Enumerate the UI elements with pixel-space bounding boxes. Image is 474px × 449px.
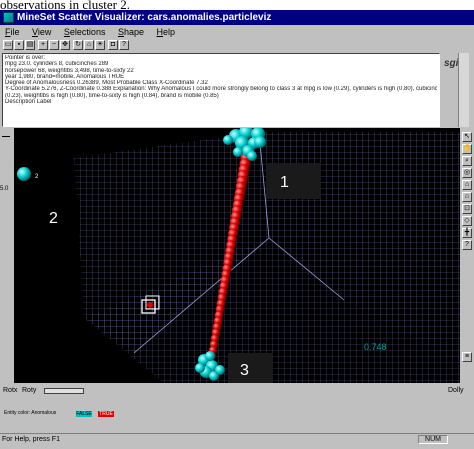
axis-tick-right: 0.748 xyxy=(364,342,387,352)
app-icon xyxy=(3,12,14,23)
info-line: Y-Coordinate 5.276, Z-Coordinate 0.388 E… xyxy=(5,86,437,93)
right-toolbar: ↖ ✋ ⌕ ◎ ⌂ ⌂ ⊡ ◇ ╋ ? ≡ xyxy=(460,128,474,383)
num-lock-indicator: NUM xyxy=(418,435,448,444)
cluster-point[interactable] xyxy=(247,151,257,161)
legend-sphere xyxy=(17,167,31,181)
set-home-icon[interactable]: ⌂ xyxy=(462,192,472,202)
zoom-out-icon[interactable]: − xyxy=(49,40,59,50)
cluster-point[interactable] xyxy=(215,365,225,375)
cluster-point[interactable] xyxy=(223,135,233,145)
rotation-thumbwheel[interactable] xyxy=(44,388,84,394)
status-text: For Help, press F1 xyxy=(2,436,60,443)
scatter-3d-viewport[interactable]: 1 2 3 2 0.748 xyxy=(14,128,460,383)
help-icon[interactable]: ? xyxy=(119,40,129,50)
menu-bar: File View Selections Shape Help xyxy=(0,25,474,39)
cluster-point[interactable] xyxy=(195,363,205,373)
rotx-label: Rotx xyxy=(3,387,18,394)
legend-false: FALSE xyxy=(76,411,92,417)
rotate-icon[interactable]: ↻ xyxy=(73,40,83,50)
cluster-3-box xyxy=(228,353,273,383)
light-icon[interactable]: ☀ xyxy=(95,40,105,50)
dolly-label: Dolly xyxy=(448,387,464,394)
home-view-icon[interactable]: ⌂ xyxy=(462,180,472,190)
axes-icon[interactable]: ╋ xyxy=(462,228,472,238)
save-icon[interactable]: ▪ xyxy=(14,40,24,50)
axis-value: 5.0 xyxy=(0,186,9,192)
zoom-in-icon[interactable]: + xyxy=(38,40,48,50)
seek-icon[interactable]: ◎ xyxy=(462,168,472,178)
menu-file[interactable]: File xyxy=(0,25,25,39)
info-panel: Pointer is over: mpg 23.0, cylinders 8, … xyxy=(2,53,440,127)
cluster-2-label: 2 xyxy=(49,210,58,227)
info-line: Description Label xyxy=(5,99,52,106)
toolbar: ▭ ▪ ▤ + − ✥ ↻ ⌂ ☀ ◘ ? xyxy=(0,39,474,52)
menu-view[interactable]: View xyxy=(27,25,56,39)
perspective-icon[interactable]: ◇ xyxy=(462,216,472,226)
legend-sphere-label: 2 xyxy=(35,174,39,180)
menu-shape[interactable]: Shape xyxy=(113,25,149,39)
help-view-icon[interactable]: ? xyxy=(462,240,472,250)
cluster-3-label: 3 xyxy=(240,362,249,379)
sgi-logo: sgi xyxy=(444,58,459,69)
home-icon[interactable]: ⌂ xyxy=(84,40,94,50)
zoom-icon[interactable]: ⌕ xyxy=(462,156,472,166)
window-title: MineSet Scatter Visualizer: cars.anomali… xyxy=(17,12,272,23)
axis-marker-icon xyxy=(2,136,10,145)
cluster-point[interactable] xyxy=(254,136,266,148)
title-bar: MineSet Scatter Visualizer: cars.anomali… xyxy=(0,10,474,25)
menu-selections[interactable]: Selections xyxy=(59,25,111,39)
roty-label: Roty xyxy=(22,387,37,394)
pan-icon[interactable]: ✥ xyxy=(60,40,70,50)
entity-color-label: Entity color: Anomalous xyxy=(4,410,57,416)
info-scrollbar[interactable] xyxy=(458,53,469,127)
camera-icon[interactable]: ◘ xyxy=(108,40,118,50)
bottom-panel: Rotx Roty Dolly Entity color: Anomalous … xyxy=(0,383,474,449)
app-window: MineSet Scatter Visualizer: cars.anomali… xyxy=(0,10,474,449)
legend-true: TRUE xyxy=(98,411,114,417)
cluster-point[interactable] xyxy=(233,147,243,157)
print-icon[interactable]: ▤ xyxy=(25,40,35,50)
menu-help[interactable]: Help xyxy=(152,25,181,39)
pointer-icon[interactable]: ↖ xyxy=(462,132,472,142)
cluster-point[interactable] xyxy=(205,351,215,361)
open-icon[interactable]: ▭ xyxy=(3,40,13,50)
view-all-icon[interactable]: ⊡ xyxy=(462,204,472,214)
scatter-scene[interactable]: 1 2 3 2 0.748 xyxy=(14,128,460,383)
thumbwheel-icon[interactable]: ≡ xyxy=(462,352,472,362)
left-control-strip: 5.0 xyxy=(0,128,14,383)
cluster-1-label: 1 xyxy=(280,174,289,191)
status-bar: For Help, press F1 NUM xyxy=(0,433,474,446)
hand-icon[interactable]: ✋ xyxy=(462,144,472,154)
cluster-1-box xyxy=(266,163,321,199)
